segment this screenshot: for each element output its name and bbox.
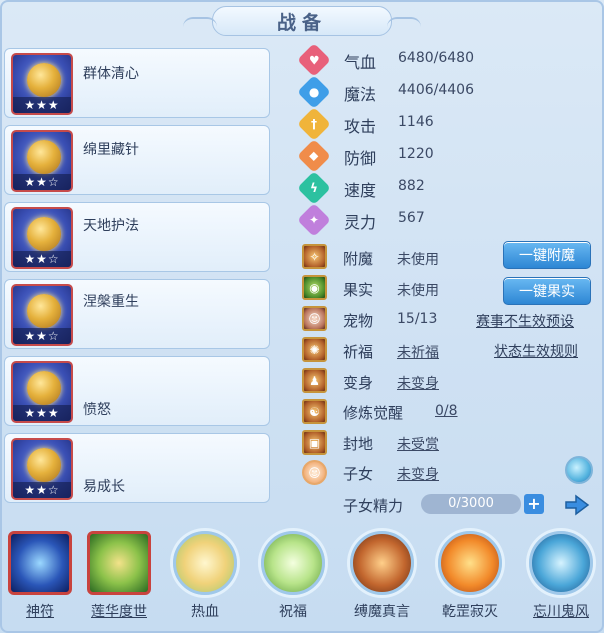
stat-label-spirit: 灵力: [344, 213, 377, 232]
status-rules-link[interactable]: 状态生效规则: [494, 341, 578, 361]
child-icon: ☺: [302, 460, 327, 485]
pet-value: 15/13: [397, 311, 438, 327]
bottom-skill-label: 乾罡寂灭: [442, 604, 498, 620]
title-ornament-left: [183, 17, 217, 27]
star-rating: ★★☆: [13, 328, 71, 344]
child-energy-value: 0/3000: [448, 496, 494, 511]
stat-value-defense: 1220: [398, 146, 434, 162]
bottom-skill[interactable]: 忘川鬼风: [521, 531, 601, 631]
skill-card[interactable]: ★★☆ 易成长: [4, 433, 270, 503]
transform-label: 变身: [343, 374, 374, 392]
title-bar: 战备: [183, 6, 421, 36]
skill-card[interactable]: ★★★ 愤怒: [4, 356, 270, 426]
star-rating: ★★☆: [13, 174, 71, 190]
enchant-label: 附魔: [343, 250, 374, 268]
stat-label-attack: 攻击: [344, 117, 377, 136]
star-rating: ★★☆: [13, 251, 71, 267]
fruit-label: 果实: [343, 281, 374, 299]
pet-label: 宠物: [343, 312, 374, 330]
enchant-value: 未使用: [397, 252, 439, 268]
star-rating: ★★☆: [13, 482, 71, 498]
blessing-label: 祈福: [343, 343, 374, 361]
stat-value-attack: 1146: [398, 114, 434, 130]
child-energy-label: 子女精力: [343, 497, 404, 515]
fief-icon: ▣: [302, 430, 327, 455]
one-click-fruit-button[interactable]: 一键果实: [503, 277, 591, 305]
add-energy-button[interactable]: +: [524, 494, 544, 514]
qiangang-icon: [438, 531, 502, 595]
skill-icon: ★★☆: [11, 130, 73, 192]
swirl-icon[interactable]: [565, 456, 593, 484]
fief-label: 封地: [343, 435, 374, 453]
enchant-icon: ✧: [302, 244, 327, 269]
child-value[interactable]: 未变身: [397, 464, 439, 484]
skill-name: 天地护法: [83, 218, 139, 234]
bottom-skill[interactable]: 莲华度世: [79, 531, 159, 631]
star-rating: ★★★: [13, 405, 71, 421]
stat-value-hp: 6480/6480: [398, 50, 474, 66]
cultivation-value[interactable]: 0/8: [435, 403, 458, 419]
cultivation-icon: ☯: [302, 399, 327, 424]
bottom-skill-label: 忘川鬼风: [533, 604, 589, 620]
stat-value-speed: 882: [398, 178, 425, 194]
blessing-skill-icon: [261, 531, 325, 595]
bottom-skill-label: 莲华度世: [91, 604, 147, 620]
lotus-hand-icon: [87, 531, 151, 595]
fruit-icon: ◉: [302, 275, 327, 300]
skill-icon: ★★☆: [11, 438, 73, 500]
stat-label-mp: 魔法: [344, 85, 377, 104]
page-title: 战备: [276, 11, 327, 34]
bottom-skill[interactable]: 缚魔真言: [342, 531, 422, 631]
fruit-value: 未使用: [397, 283, 439, 299]
bottom-skill[interactable]: 乾罡寂灭: [430, 531, 510, 631]
bottom-skill-label: 热血: [191, 604, 219, 620]
transform-value[interactable]: 未变身: [397, 373, 439, 393]
skill-name: 涅槃重生: [83, 294, 139, 310]
bottom-skill-label: 缚魔真言: [354, 604, 410, 620]
stat-value-mp: 4406/4406: [398, 82, 474, 98]
skill-card[interactable]: ★★☆ 涅槃重生: [4, 279, 270, 349]
stat-label-speed: 速度: [344, 181, 377, 200]
skill-name: 愤怒: [83, 402, 111, 418]
hot-blood-icon: [173, 531, 237, 595]
child-energy-bar: 0/3000: [421, 494, 521, 514]
bottom-skill[interactable]: 神符: [0, 531, 80, 631]
skill-card[interactable]: ★★☆ 绵里藏针: [4, 125, 270, 195]
bottom-skill[interactable]: 祝福: [253, 531, 333, 631]
skill-card[interactable]: ★★★ 群体清心: [4, 48, 270, 118]
skill-name: 易成长: [83, 479, 125, 495]
skill-icon: ★★☆: [11, 207, 73, 269]
blessing-icon: ✺: [302, 337, 327, 362]
stat-value-spirit: 567: [398, 210, 425, 226]
star-rating: ★★★: [13, 97, 71, 113]
demon-binding-icon: [350, 531, 414, 595]
stat-label-defense: 防御: [344, 149, 377, 168]
cultivation-label: 修炼觉醒: [343, 404, 404, 422]
one-click-enchant-button[interactable]: 一键附魔: [503, 241, 591, 269]
skill-name: 绵里藏针: [83, 142, 139, 158]
event-preset-link[interactable]: 赛事不生效预设: [476, 311, 574, 331]
skill-card[interactable]: ★★☆ 天地护法: [4, 202, 270, 272]
skill-icon: ★★★: [11, 53, 73, 115]
child-label: 子女: [343, 465, 374, 483]
transform-icon: ♟: [302, 368, 327, 393]
pet-icon: ☺: [302, 306, 327, 331]
skill-icon: ★★★: [11, 361, 73, 423]
ghost-wind-icon: [529, 531, 593, 595]
fief-value[interactable]: 未受赏: [397, 434, 439, 454]
skill-icon: ★★☆: [11, 284, 73, 346]
talisman-icon: [8, 531, 72, 595]
blessing-value[interactable]: 未祈福: [397, 342, 439, 362]
title-ornament-right: [387, 17, 421, 27]
bottom-skill[interactable]: 热血: [165, 531, 245, 631]
stat-label-hp: 气血: [344, 53, 377, 72]
skill-name: 群体清心: [83, 66, 139, 82]
bottom-skill-label: 祝福: [279, 604, 307, 620]
bottom-skill-label: 神符: [26, 604, 54, 620]
share-icon[interactable]: [562, 491, 594, 519]
